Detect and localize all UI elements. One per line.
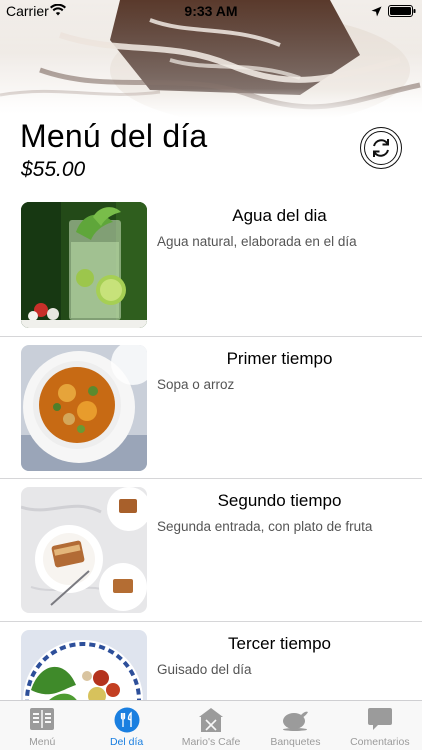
speech-bubble-icon xyxy=(367,707,393,736)
plated-dishes-image xyxy=(21,487,147,614)
menu-price: $55.00 xyxy=(21,158,86,181)
utensils-icon xyxy=(114,707,140,738)
item-description: Agua natural, elaborada en el día xyxy=(157,234,357,249)
status-time: 9:33 AM xyxy=(184,3,238,19)
restaurant-icon xyxy=(197,707,225,738)
list-item[interactable]: Segundo tiempo Segunda entrada, con plat… xyxy=(0,479,422,622)
item-title: Primer tiempo xyxy=(226,348,333,368)
page-title: Menú del día xyxy=(20,118,208,154)
tab-del-dia[interactable]: Del día xyxy=(84,701,168,750)
menu-list[interactable]: Agua del dia Agua natural, elaborada en … xyxy=(0,194,422,700)
list-item[interactable]: Primer tiempo Sopa o arroz xyxy=(0,337,422,480)
tab-label: Banquetes xyxy=(270,736,321,748)
battery-icon xyxy=(388,4,416,22)
tab-banquetes[interactable]: Banquetes xyxy=(253,701,337,750)
refresh-button-ring xyxy=(364,131,398,165)
item-title: Segundo tiempo xyxy=(217,491,342,511)
tab-label: Comentarios xyxy=(350,736,410,748)
item-description: Segunda entrada, con plato de fruta xyxy=(157,519,373,535)
list-item[interactable]: Agua del dia Agua natural, elaborada en … xyxy=(0,194,422,337)
refresh-button[interactable] xyxy=(360,127,402,169)
status-bar: Carrier 9:33 AM xyxy=(0,0,422,22)
stew-plate-image xyxy=(21,629,147,700)
water-glass-image xyxy=(21,202,147,328)
tab-menu[interactable]: Menú xyxy=(0,701,84,750)
item-description: Sopa o arroz xyxy=(157,376,235,392)
location-arrow-icon xyxy=(371,4,382,22)
tab-label: Del día xyxy=(109,736,144,748)
soup-bowl-image xyxy=(21,344,147,471)
tab-label: Menú xyxy=(29,736,56,748)
list-item[interactable]: Tercer tiempo Guisado del día xyxy=(0,622,422,700)
tab-label: Mario's Cafe xyxy=(181,736,241,748)
tab-comentarios[interactable]: Comentarios xyxy=(338,701,422,750)
item-description: Guisado del día xyxy=(157,661,252,677)
refresh-icon xyxy=(373,139,389,157)
item-title: Agua del dia xyxy=(232,206,327,225)
tab-bar: Menú Del día Mario's Cafe Banquetes Come… xyxy=(0,700,422,750)
tab-marios-cafe[interactable]: Mario's Cafe xyxy=(169,701,253,750)
item-title: Tercer tiempo xyxy=(228,633,331,653)
roast-chicken-icon xyxy=(281,707,309,736)
menu-book-icon xyxy=(29,707,55,736)
